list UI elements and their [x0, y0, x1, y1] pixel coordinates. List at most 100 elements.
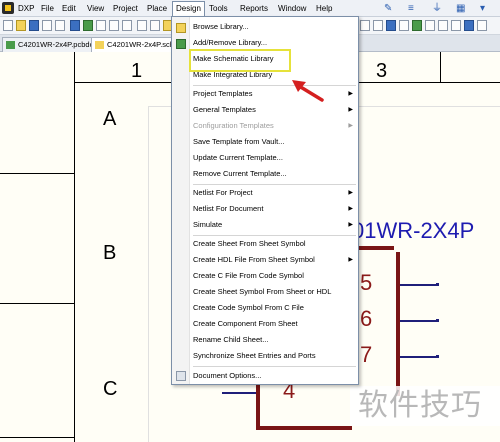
item-label: Rename Child Sheet... — [193, 335, 269, 344]
border-line — [440, 52, 441, 82]
new-document-icon[interactable] — [3, 20, 13, 31]
menu-create-sheet-symbol-from-sheet-or-hdl[interactable]: Create Sheet Symbol From Sheet or HDL — [193, 285, 357, 299]
compile-icon[interactable] — [83, 20, 93, 31]
zone-col-1: 1 — [131, 60, 143, 82]
menu-project[interactable]: Project — [113, 3, 138, 14]
menu-separator — [193, 366, 356, 367]
redo-icon[interactable] — [373, 20, 383, 31]
zoom-fit-icon[interactable] — [96, 20, 106, 31]
pin-7[interactable] — [400, 356, 436, 358]
menu-reports[interactable]: Reports — [240, 3, 268, 14]
bus-icon[interactable] — [438, 20, 448, 31]
pin-number-5: 5 — [360, 270, 373, 295]
harness-icon[interactable] — [451, 20, 461, 31]
menu-tools[interactable]: Tools — [209, 3, 228, 14]
menu-general-templates[interactable]: General Templates ▶ — [193, 103, 357, 117]
menu-document-options[interactable]: Document Options... — [193, 369, 357, 383]
menu-help[interactable]: Help — [316, 3, 332, 14]
menu-create-component-from-sheet[interactable]: Create Component From Sheet — [193, 317, 357, 331]
menu-icon-gutter — [172, 17, 190, 384]
menu-view[interactable]: View — [87, 3, 104, 14]
menu-create-c-file-from-code-symbol[interactable]: Create C File From Code Symbol — [193, 269, 357, 283]
zone-col-3: 3 — [376, 60, 388, 82]
cut-icon[interactable] — [137, 20, 147, 31]
zoom-area-icon[interactable] — [109, 20, 119, 31]
submenu-arrow-icon: ▶ — [348, 222, 353, 228]
item-label: Browse Library... — [193, 22, 249, 31]
align-icon[interactable] — [425, 20, 435, 31]
menu-rename-child-sheet[interactable]: Rename Child Sheet... — [193, 333, 357, 347]
menu-file[interactable]: File — [41, 3, 54, 14]
menu-save-template-from-vault[interactable]: Save Template from Vault... — [193, 135, 357, 149]
menu-browse-library[interactable]: Browse Library... — [193, 20, 357, 34]
border-line — [0, 437, 74, 438]
item-label: Remove Current Template... — [193, 169, 287, 178]
undo-icon[interactable] — [360, 20, 370, 31]
item-label: Create Code Symbol From C File — [193, 303, 304, 312]
dxp-logo-icon[interactable] — [2, 2, 14, 14]
item-label: Create HDL File From Sheet Symbol — [193, 255, 315, 264]
copy-icon[interactable] — [150, 20, 160, 31]
snippets-icon[interactable] — [412, 20, 422, 31]
component-designator: 01WR-2X4P — [352, 218, 475, 243]
menu-netlist-for-project[interactable]: Netlist For Project ▶ — [193, 186, 357, 200]
filter-icon[interactable] — [399, 20, 409, 31]
item-label: General Templates — [193, 105, 256, 114]
arrow-shaft — [297, 84, 324, 102]
text-icon[interactable] — [477, 20, 487, 31]
pin-6[interactable] — [400, 320, 436, 322]
save-icon[interactable] — [29, 20, 39, 31]
menu-create-code-symbol-from-c-file[interactable]: Create Code Symbol From C File — [193, 301, 357, 315]
print-icon[interactable] — [42, 20, 52, 31]
zoom-selected-icon[interactable] — [122, 20, 132, 31]
menu-separator — [193, 85, 356, 86]
red-arrow-icon — [292, 80, 324, 102]
menu-create-hdl-file-from-sheet-symbol[interactable]: Create HDL File From Sheet Symbol ▶ — [193, 253, 357, 267]
item-label: Add/Remove Library... — [193, 38, 268, 47]
item-label: Create C File From Code Symbol — [193, 271, 304, 280]
open-folder-icon[interactable] — [16, 20, 26, 31]
menu-simulate[interactable]: Simulate ▶ — [193, 218, 357, 232]
menu-dxp[interactable]: DXP — [18, 3, 34, 14]
device-view-icon[interactable] — [70, 20, 80, 31]
part-icon[interactable] — [464, 20, 474, 31]
pin-number-7: 7 — [360, 342, 373, 367]
schematic-document-icon — [95, 41, 104, 49]
component-body-edge — [256, 426, 352, 430]
item-label: Create Sheet Symbol From Sheet or HDL — [193, 287, 332, 296]
pin-7-end — [436, 355, 439, 358]
item-label: Simulate — [193, 220, 223, 229]
net-label-icon[interactable]: ≡ — [408, 3, 414, 14]
menu-place[interactable]: Place — [147, 3, 167, 14]
watermark: 软件技巧 — [350, 386, 500, 426]
border-line — [0, 173, 74, 174]
menu-add-remove-library[interactable]: Add/Remove Library... — [193, 36, 357, 50]
inner-border-line — [148, 106, 149, 442]
print-preview-icon[interactable] — [55, 20, 65, 31]
grid-icon[interactable]: ▦ — [456, 3, 465, 14]
border-line — [74, 52, 75, 442]
zone-row-a: A — [103, 108, 117, 130]
submenu-arrow-icon: ▶ — [348, 123, 353, 129]
menu-window[interactable]: Window — [278, 3, 306, 14]
tab-pcbdoc[interactable]: C4201WR-2x4P.pcbdoc — [2, 37, 103, 52]
more-tools-icon[interactable]: ▾ — [480, 3, 485, 14]
item-label: Create Component From Sheet — [193, 319, 298, 328]
menu-netlist-for-document[interactable]: Netlist For Document ▶ — [193, 202, 357, 216]
item-label: Update Current Template... — [193, 153, 283, 162]
zone-row-c: C — [103, 378, 118, 400]
pin-5[interactable] — [400, 284, 436, 286]
menu-synchronize-sheet-entries-and-ports[interactable]: Synchronize Sheet Entries and Ports — [193, 349, 357, 363]
pin-4[interactable] — [222, 392, 256, 394]
menu-update-current-template[interactable]: Update Current Template... — [193, 151, 357, 165]
menu-create-sheet-from-sheet-symbol[interactable]: Create Sheet From Sheet Symbol — [193, 237, 357, 251]
menu-edit[interactable]: Edit — [62, 3, 76, 14]
pcb-document-icon — [6, 41, 15, 49]
cross-probe-icon[interactable] — [386, 20, 396, 31]
menu-project-templates[interactable]: Project Templates ▶ — [193, 87, 357, 101]
item-label: Netlist For Document — [193, 204, 264, 213]
wire-tool-icon[interactable]: ✎ — [384, 3, 392, 14]
menu-remove-current-template[interactable]: Remove Current Template... — [193, 167, 357, 181]
menu-design[interactable]: Design — [172, 1, 205, 17]
power-port-icon[interactable]: ⏚ — [432, 3, 442, 14]
